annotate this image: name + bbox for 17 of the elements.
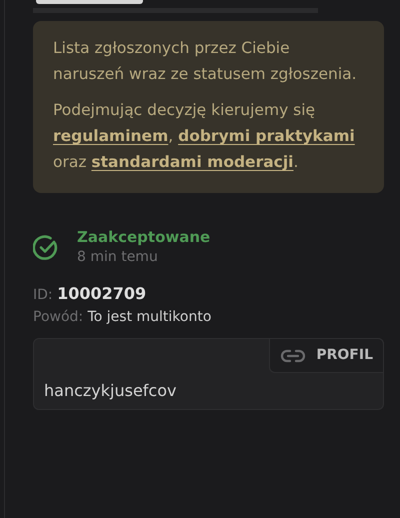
link-icon bbox=[280, 348, 306, 362]
username: hanczykjusefcov bbox=[44, 380, 176, 402]
info-link[interactable]: dobrymi praktykami bbox=[178, 127, 355, 145]
info-link[interactable]: standardami moderacji bbox=[91, 153, 294, 171]
status-time: 8 min temu bbox=[77, 248, 159, 267]
reason-value: To jest multikonto bbox=[88, 309, 212, 325]
info-text: . bbox=[294, 153, 298, 171]
status-label: Zaakceptowane bbox=[77, 227, 210, 247]
id-value: 10002709 bbox=[57, 284, 146, 303]
reason-label: Powód: bbox=[33, 309, 84, 325]
info-text: oraz bbox=[53, 153, 88, 171]
info-link[interactable]: regulaminem bbox=[53, 127, 168, 145]
profile-button[interactable]: PROFIL bbox=[269, 338, 384, 373]
info-text: , bbox=[168, 127, 174, 145]
info-text: Podejmując decyzję kierujemy się bbox=[53, 101, 316, 119]
id-label: ID: bbox=[33, 287, 53, 303]
info-text: Lista zgłoszonych przez Ciebie naruszeń wraz ze statusem zgłoszenia. bbox=[53, 39, 357, 83]
